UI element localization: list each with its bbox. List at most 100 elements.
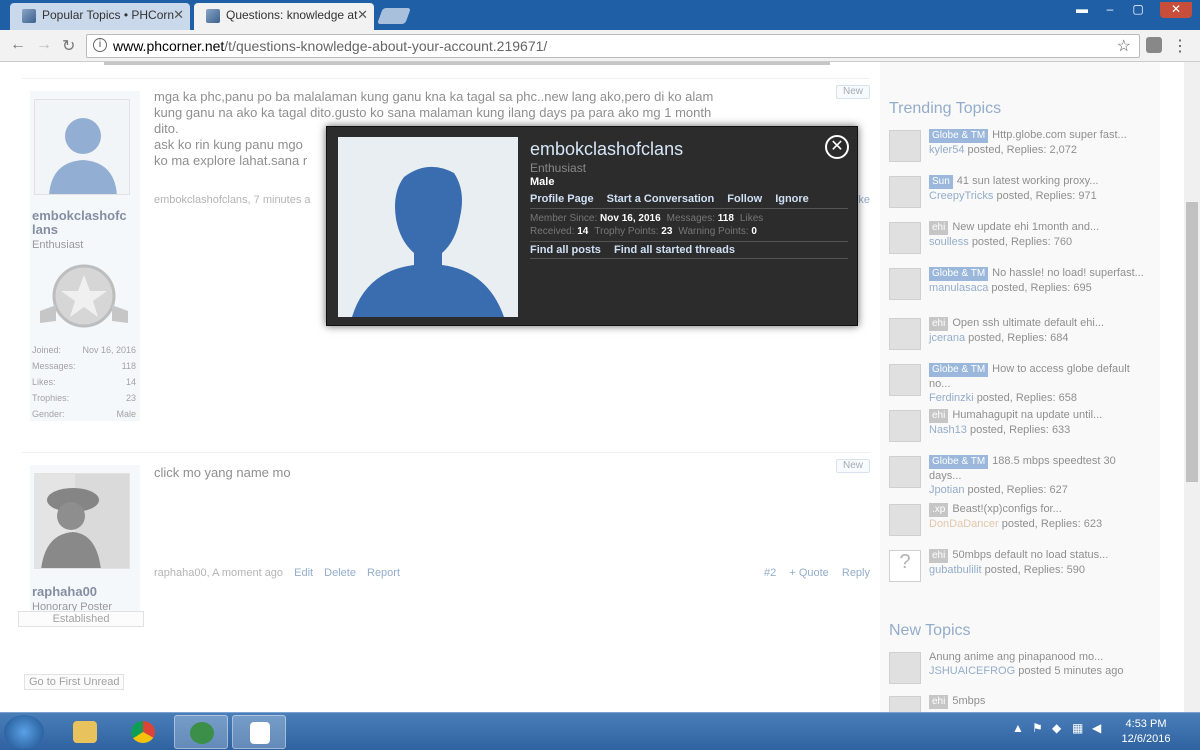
- tab-popular-topics[interactable]: Popular Topics • PHCorn ✕: [10, 3, 190, 30]
- volume-icon[interactable]: ◀: [1092, 721, 1101, 735]
- username[interactable]: raphaha00: [32, 585, 97, 599]
- phcorner-favicon-icon: [206, 9, 220, 23]
- trending-item[interactable]: Sun 41 sun latest working proxy... CreepyT…: [889, 172, 1151, 214]
- avatar[interactable]: [34, 99, 130, 195]
- windows-start-button[interactable]: [4, 715, 44, 749]
- maximize-icon[interactable]: ▢: [1126, 2, 1150, 18]
- windows-taskbar: ▲ ⚑ ◆ ▦ ◀ 4:53 PM 12/6/2016: [0, 712, 1200, 750]
- extension-icon[interactable]: [1146, 37, 1162, 53]
- trending-item[interactable]: Globe & TM 188.5 mbps speedtest 30 days..…: [889, 452, 1151, 496]
- url-path: /t/questions-knowledge-about-your-accoun…: [224, 38, 548, 54]
- delete-link[interactable]: Delete: [324, 567, 356, 579]
- phcorner-favicon-icon: [22, 9, 36, 23]
- topic-avatar: [889, 504, 921, 536]
- edit-link[interactable]: Edit: [294, 567, 313, 579]
- ignore-link[interactable]: Ignore: [775, 193, 809, 205]
- network-icon[interactable]: ▦: [1072, 721, 1083, 735]
- download-manager-taskbar-icon[interactable]: [174, 715, 228, 749]
- topic-avatar: [889, 410, 921, 442]
- taskbar-clock[interactable]: 4:53 PM 12/6/2016: [1116, 717, 1176, 747]
- trending-item[interactable]: ? ehi 50mbps default no load status... guba…: [889, 546, 1151, 588]
- new-topic-item[interactable]: Anung anime ang pinapanood mo... JSHUAICE…: [889, 648, 1151, 690]
- user-info-panel: raphaha00 Honorary Poster: [30, 465, 140, 615]
- page-scrollbar[interactable]: [1184, 62, 1200, 712]
- reload-icon[interactable]: ↻: [62, 36, 75, 56]
- follow-link[interactable]: Follow: [727, 193, 762, 205]
- post-number-link[interactable]: #2: [764, 567, 776, 579]
- quote-link[interactable]: + Quote: [789, 567, 828, 579]
- stat-messages: Messages: 118: [32, 361, 136, 371]
- go-first-unread-button[interactable]: Go to First Unread: [24, 674, 125, 690]
- report-link[interactable]: Report: [367, 567, 400, 579]
- new-topics-heading: New Topics: [889, 622, 971, 639]
- tab-questions[interactable]: Questions: knowledge at ✕: [194, 3, 374, 30]
- trending-item[interactable]: .xp Beast!(xp)configs for... DonDaDancer p…: [889, 500, 1151, 542]
- rank-badge-icon: [40, 264, 128, 328]
- trending-item[interactable]: Globe & TM How to access globe default no…: [889, 360, 1151, 404]
- default-avatar-icon: [338, 137, 518, 317]
- new-topic-item[interactable]: ehi 5mbps: [889, 692, 1151, 712]
- close-icon[interactable]: ✕: [825, 135, 849, 159]
- user-photo-icon: [35, 474, 129, 568]
- trending-item[interactable]: ehi Humahagupit na update until... Nash13 …: [889, 406, 1151, 448]
- rank-label: Established: [18, 611, 144, 627]
- url-host: www.phcorner.net: [113, 38, 225, 54]
- action-center-flag-icon[interactable]: ⚑: [1032, 721, 1043, 735]
- trending-item[interactable]: ehi New update ehi 1month and... soulless …: [889, 218, 1151, 260]
- member-card-popup: embokclashofclans Enthusiast Male Profil…: [326, 126, 858, 326]
- post-like-link[interactable]: ke: [858, 194, 870, 206]
- address-bar[interactable]: i www.phcorner.net/t/questions-knowledge…: [86, 34, 1140, 58]
- file-explorer-taskbar-icon[interactable]: [58, 715, 112, 749]
- sidebar: Trending Topics Globe & TM Http.globe.com…: [880, 62, 1160, 712]
- close-icon[interactable]: ✕: [173, 7, 184, 23]
- scroll-divider: [104, 62, 830, 65]
- topic-avatar: [889, 456, 921, 488]
- forward-arrow-icon[interactable]: →: [36, 36, 52, 54]
- browser-tab-strip: Popular Topics • PHCorn ✕ Questions: kno…: [0, 0, 1200, 30]
- member-title: Enthusiast: [530, 161, 587, 175]
- tab-label: Questions: knowledge at: [226, 8, 358, 22]
- info-icon[interactable]: i: [93, 38, 107, 52]
- post-2: raphaha00 Honorary Poster Established Ne…: [18, 452, 870, 627]
- start-conversation-link[interactable]: Start a Conversation: [607, 193, 715, 205]
- topic-avatar: [889, 176, 921, 208]
- question-mark-icon: ?: [889, 550, 921, 582]
- scrollbar-thumb[interactable]: [1186, 202, 1198, 482]
- trending-item[interactable]: Globe & TM Http.globe.com super fast... ky…: [889, 126, 1151, 168]
- new-tab-button[interactable]: [377, 8, 411, 24]
- browser-toolbar: ← → ↻ i www.phcorner.net/t/questions-kno…: [0, 30, 1200, 62]
- username-line2[interactable]: lans: [32, 223, 58, 237]
- tray-app-icon[interactable]: ◆: [1052, 721, 1061, 735]
- minimize-icon[interactable]: –: [1098, 2, 1122, 18]
- post-message: click mo yang name mo: [154, 465, 291, 480]
- stat-likes: Likes: 14: [32, 377, 136, 387]
- bookmark-star-icon[interactable]: ☆: [1117, 36, 1131, 56]
- find-all-posts-link[interactable]: Find all posts: [530, 244, 601, 256]
- topic-avatar: [889, 130, 921, 162]
- post-actions: #2 + Quote Reply: [754, 567, 870, 579]
- topic-avatar: [889, 652, 921, 684]
- stat-gender: Gender: Male: [32, 409, 136, 419]
- user-info-panel: embokclashofc lans Enthusiast Joined: Nov…: [30, 91, 140, 421]
- notepad-taskbar-icon[interactable]: [232, 715, 286, 749]
- stat-joined: Joined: Nov 16, 2016: [32, 345, 136, 355]
- chrome-taskbar-icon[interactable]: [116, 715, 170, 749]
- find-all-threads-link[interactable]: Find all started threads: [614, 244, 735, 256]
- topic-avatar: [889, 268, 921, 300]
- back-arrow-icon[interactable]: ←: [10, 36, 26, 54]
- reply-link[interactable]: Reply: [842, 567, 870, 579]
- close-icon[interactable]: ✕: [357, 7, 368, 23]
- trending-item[interactable]: Globe & TM No hassle! no load! superfast.…: [889, 264, 1151, 306]
- username-line1[interactable]: embokclashofc: [32, 209, 127, 223]
- topic-avatar: [889, 222, 921, 254]
- trending-item[interactable]: ehi Open ssh ultimate default ehi... jcera…: [889, 314, 1151, 356]
- window-close-icon[interactable]: ✕: [1160, 2, 1192, 18]
- member-name[interactable]: embokclashofclans: [530, 139, 683, 160]
- tray-arrow-icon[interactable]: ▲: [1012, 721, 1024, 735]
- avatar[interactable]: [34, 473, 130, 569]
- member-avatar: [338, 137, 518, 317]
- user-icon[interactable]: ▬: [1070, 2, 1094, 18]
- member-find-links: Find all posts Find all started threads: [530, 241, 848, 259]
- menu-icon[interactable]: ⋮: [1172, 36, 1188, 56]
- profile-page-link[interactable]: Profile Page: [530, 193, 594, 205]
